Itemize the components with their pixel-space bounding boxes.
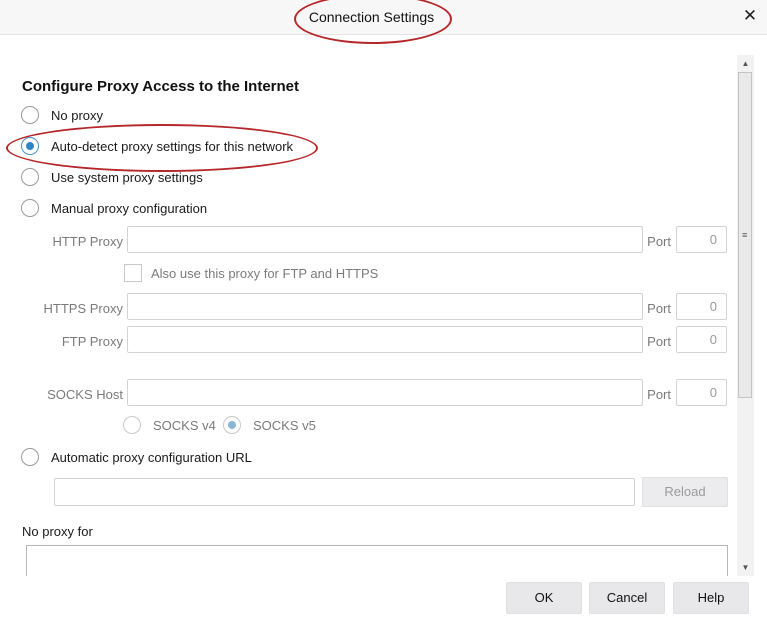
dialog-content: Configure Proxy Access to the Internet N… (0, 35, 737, 576)
radio-button[interactable] (123, 416, 141, 434)
grip-icon: ≡ (742, 230, 748, 240)
cancel-button[interactable]: Cancel (589, 582, 665, 614)
http-proxy-input[interactable] (127, 226, 643, 253)
ftp-proxy-input[interactable] (127, 326, 643, 353)
https-port-input[interactable]: 0 (676, 293, 727, 320)
socks-port-label: Port (647, 387, 671, 402)
radio-socks-v5[interactable]: SOCKS v5 (223, 414, 316, 436)
radio-button[interactable] (21, 199, 39, 217)
close-icon[interactable]: ✕ (741, 7, 759, 25)
radio-system-proxy[interactable]: Use system proxy settings (21, 166, 203, 188)
dialog-title: Connection Settings (308, 9, 435, 25)
radio-label: SOCKS v5 (253, 417, 316, 433)
dialog-footer: OK Cancel Help (0, 576, 767, 628)
radio-label: Auto-detect proxy settings for this netw… (51, 138, 294, 154)
ftp-proxy-label: FTP Proxy (61, 334, 123, 349)
title-bar: Connection Settings ✕ (0, 0, 767, 35)
radio-button[interactable] (21, 448, 39, 466)
radio-label: Use system proxy settings (51, 169, 203, 185)
http-port-input[interactable]: 0 (676, 226, 727, 253)
auto-config-url-input[interactable] (54, 478, 635, 506)
scroll-up-arrow-icon[interactable]: ▲ (737, 55, 754, 72)
scrollbar-thumb[interactable]: ≡ (738, 72, 752, 398)
ftp-port-input[interactable]: 0 (676, 326, 727, 353)
radio-socks-v4[interactable]: SOCKS v4 (123, 414, 216, 436)
radio-label: Automatic proxy configuration URL (51, 449, 252, 465)
radio-button[interactable] (21, 106, 39, 124)
scrollbar[interactable]: ▲ ≡ ▼ (737, 55, 754, 576)
radio-button-selected[interactable] (21, 137, 39, 155)
reload-button[interactable]: Reload (642, 477, 728, 507)
no-proxy-for-textarea[interactable] (26, 545, 728, 576)
http-proxy-label: HTTP Proxy (52, 234, 123, 249)
radio-manual-proxy[interactable]: Manual proxy configuration (21, 197, 207, 219)
socks-host-input[interactable] (127, 379, 643, 406)
radio-label: SOCKS v4 (153, 417, 216, 433)
radio-label: Manual proxy configuration (51, 200, 208, 216)
socks-host-label: SOCKS Host (47, 387, 123, 402)
radio-button[interactable] (21, 168, 39, 186)
no-proxy-for-label: No proxy for (22, 524, 93, 539)
section-heading: Configure Proxy Access to the Internet (22, 78, 300, 95)
http-port-label: Port (647, 234, 671, 249)
radio-auto-config-url[interactable]: Automatic proxy configuration URL (21, 446, 252, 468)
https-proxy-input[interactable] (127, 293, 643, 320)
ok-button[interactable]: OK (506, 582, 582, 614)
scroll-down-arrow-icon[interactable]: ▼ (737, 559, 754, 576)
radio-label: No proxy (51, 107, 104, 123)
also-use-label: Also use this proxy for FTP and HTTPS (151, 266, 379, 281)
also-use-checkbox[interactable] (124, 264, 142, 282)
socks-port-input[interactable]: 0 (676, 379, 727, 406)
radio-no-proxy[interactable]: No proxy (21, 104, 103, 126)
ftp-port-label: Port (647, 334, 671, 349)
https-port-label: Port (647, 301, 671, 316)
radio-button-selected[interactable] (223, 416, 241, 434)
radio-auto-detect[interactable]: Auto-detect proxy settings for this netw… (21, 135, 293, 157)
https-proxy-label: HTTPS Proxy (43, 301, 123, 316)
help-button[interactable]: Help (673, 582, 749, 614)
